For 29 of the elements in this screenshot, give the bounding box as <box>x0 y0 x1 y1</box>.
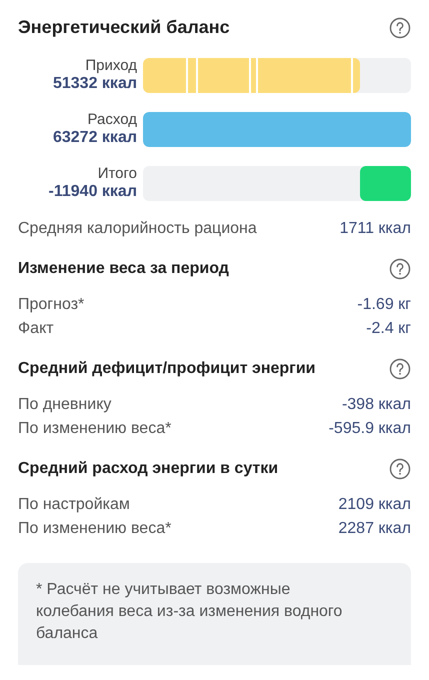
section-title: Изменение веса за период <box>18 259 229 279</box>
section-title: Средний дефицит/профицит энергии <box>18 359 316 379</box>
row-label: По дневнику <box>18 395 112 415</box>
bar-value: 63272 ккал <box>52 129 137 147</box>
help-icon[interactable] <box>389 358 411 380</box>
row-value: 2287 ккал <box>338 519 411 539</box>
help-icon[interactable] <box>389 458 411 480</box>
row-label: Прогноз* <box>18 295 84 315</box>
row-value: -1.69 кг <box>357 295 411 315</box>
note-text: * Расчёт не учитывает возможные колебания веса из-за изменения водного баланса <box>36 580 344 644</box>
row-value: -2.4 кг <box>366 319 411 339</box>
row-value: 1711 ккал <box>340 219 411 239</box>
row-value: -595.9 ккал <box>328 419 411 439</box>
row-label: По настройкам <box>18 495 130 515</box>
section-title: Средний расход энергии в сутки <box>18 459 278 479</box>
help-icon[interactable] <box>389 16 411 38</box>
row-value: 2109 ккал <box>338 495 411 515</box>
row-label: По изменению веса* <box>18 419 172 439</box>
row-label: По изменению веса* <box>18 519 172 539</box>
bar-label: Итого <box>98 165 137 183</box>
bar-label: Расход <box>88 111 137 129</box>
help-icon[interactable] <box>389 258 411 280</box>
bar-value: 51332 ккал <box>52 75 137 93</box>
row-label: Факт <box>18 319 54 339</box>
row-value: -398 ккал <box>342 395 411 415</box>
bar-value: -11940 ккал <box>48 183 137 201</box>
row-label: Средняя калорийность рациона <box>18 219 257 239</box>
section-title: Энергетический баланс <box>18 16 230 39</box>
bar-label: Приход <box>85 57 137 75</box>
